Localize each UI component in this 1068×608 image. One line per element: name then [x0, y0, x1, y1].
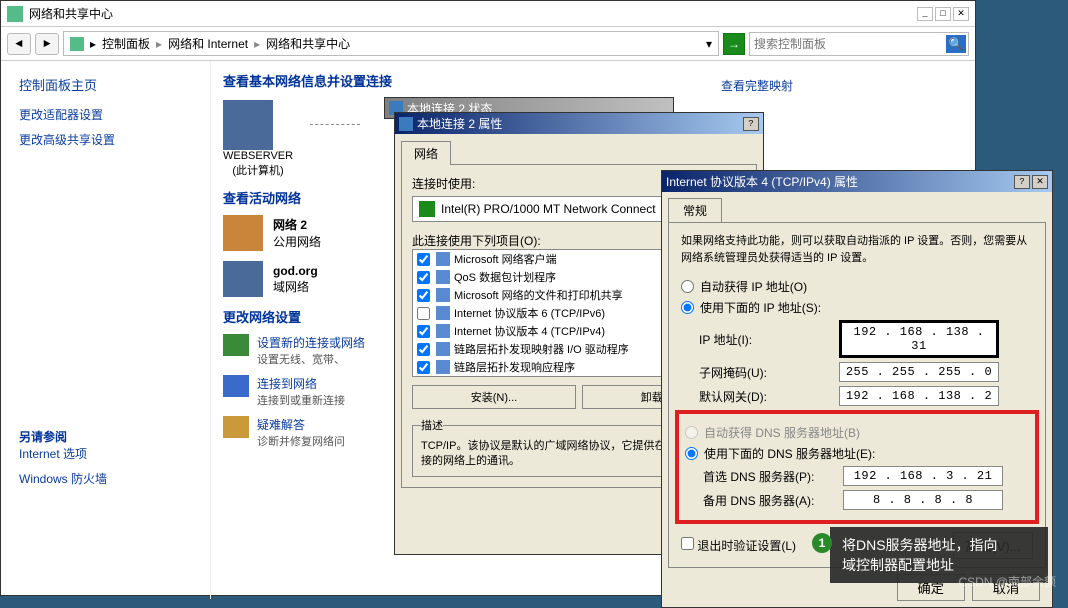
connection-icon	[399, 117, 413, 131]
forward-button[interactable]: ►	[35, 33, 59, 55]
auto-ip-radio[interactable]: 自动获得 IP 地址(O)	[681, 278, 1033, 295]
change-advshare-link[interactable]: 更改高级共享设置	[19, 131, 192, 148]
setup-connection-icon	[223, 334, 249, 356]
protocol-icon	[436, 360, 450, 374]
connection-line	[310, 124, 360, 125]
back-button[interactable]: ◄	[7, 33, 31, 55]
tab-general[interactable]: 常规	[668, 198, 722, 222]
adapter-name: Intel(R) PRO/1000 MT Network Connect	[441, 202, 656, 216]
park-bench-icon	[223, 215, 263, 251]
main-titlebar: 网络和共享中心 _ □ ✕	[1, 1, 975, 27]
cp-home-link[interactable]: 控制面板主页	[19, 75, 192, 94]
close-button[interactable]: ✕	[1032, 175, 1048, 189]
computer-icon	[223, 100, 273, 150]
protocol-icon	[436, 270, 450, 284]
protocol-icon	[436, 342, 450, 356]
preferred-dns-input[interactable]: 192 . 168 . 3 . 21	[843, 466, 1003, 486]
ip-titlebar[interactable]: Internet 协议版本 4 (TCP/IPv4) 属性 ?✕	[662, 171, 1052, 192]
gateway-input[interactable]: 192 . 168 . 138 . 2	[839, 386, 999, 406]
help-button[interactable]: ?	[1014, 175, 1030, 189]
server-icon	[223, 261, 263, 297]
windows-firewall-link[interactable]: Windows 防火墙	[19, 470, 192, 487]
validate-checkbox[interactable]: 退出时验证设置(L)	[681, 537, 796, 554]
view-basic-heading: 查看基本网络信息并设置连接	[223, 71, 963, 90]
ip-explain-text: 如果网络支持此功能，则可以获取自动指派的 IP 设置。否则，您需要从网络系统管理…	[681, 233, 1033, 266]
view-full-map-link[interactable]: 查看完整映射	[721, 77, 793, 94]
protocol-icon	[436, 306, 450, 320]
dns-highlight-box: 自动获得 DNS 服务器地址(B) 使用下面的 DNS 服务器地址(E): 首选…	[675, 410, 1039, 524]
tab-network[interactable]: 网络	[401, 141, 451, 165]
annotation-number: 1	[812, 533, 832, 553]
troubleshoot-icon	[223, 416, 249, 438]
manual-ip-radio[interactable]: 使用下面的 IP 地址(S):	[681, 299, 1033, 316]
address-bar: ◄ ► ▸ 控制面板▸ 网络和 Internet▸ 网络和共享中心 ▾ → 🔍	[1, 27, 975, 61]
maximize-button[interactable]: □	[935, 7, 951, 21]
alternate-dns-input[interactable]: 8 . 8 . 8 . 8	[843, 490, 1003, 510]
see-also-heading: 另请参阅	[19, 428, 192, 445]
search-icon[interactable]: 🔍	[946, 35, 966, 53]
minimize-button[interactable]: _	[917, 7, 933, 21]
subnet-mask-input[interactable]: 255 . 255 . 255 . 0	[839, 362, 999, 382]
protocol-icon	[436, 252, 450, 266]
network-icon	[7, 6, 23, 22]
internet-options-link[interactable]: Internet 选项	[19, 445, 192, 462]
change-adapter-link[interactable]: 更改适配器设置	[19, 106, 192, 123]
manual-dns-radio[interactable]: 使用下面的 DNS 服务器地址(E):	[685, 445, 1029, 462]
help-button[interactable]: ?	[743, 117, 759, 131]
protocol-icon	[436, 324, 450, 338]
close-button[interactable]: ✕	[953, 7, 969, 21]
left-nav: 控制面板主页 更改适配器设置 更改高级共享设置 另请参阅 Internet 选项…	[1, 61, 211, 599]
props-titlebar[interactable]: 本地连接 2 属性 ?	[395, 113, 763, 134]
troubleshoot-link[interactable]: 疑难解答	[257, 416, 345, 433]
nic-icon	[419, 201, 435, 217]
window-title: 网络和共享中心	[29, 5, 113, 22]
search-box: 🔍	[749, 32, 969, 56]
connect-network-link[interactable]: 连接到网络	[257, 375, 345, 392]
go-button[interactable]: →	[723, 33, 745, 55]
auto-dns-radio: 自动获得 DNS 服务器地址(B)	[685, 424, 1029, 441]
connect-network-icon	[223, 375, 249, 397]
ip-address-input[interactable]: 192 . 168 . 138 . 31	[839, 320, 999, 358]
install-button[interactable]: 安装(N)...	[412, 385, 576, 409]
watermark: CSDN @南部余额	[958, 573, 1056, 590]
protocol-icon	[436, 288, 450, 302]
search-input[interactable]	[752, 35, 946, 53]
breadcrumb[interactable]: ▸ 控制面板▸ 网络和 Internet▸ 网络和共享中心 ▾	[63, 31, 719, 56]
setup-connection-link[interactable]: 设置新的连接或网络	[257, 334, 365, 351]
